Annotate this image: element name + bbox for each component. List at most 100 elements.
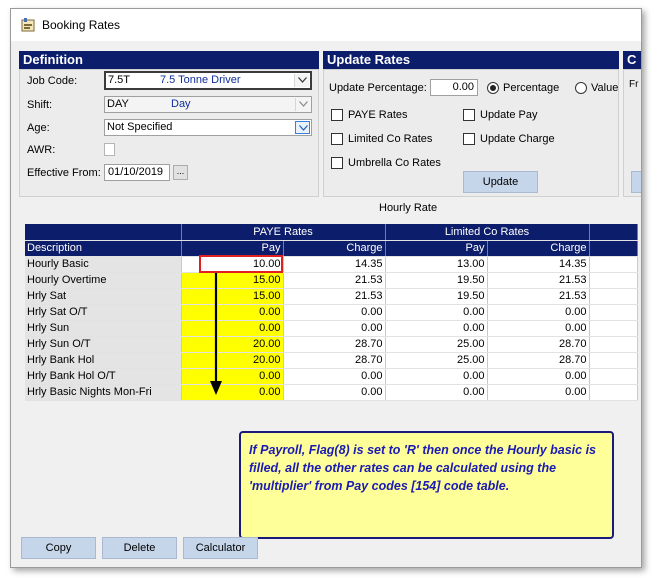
pay-cell[interactable]: 15.00 (181, 272, 284, 289)
calculator-button[interactable]: Calculator (183, 537, 258, 559)
pay-cell[interactable]: 0.00 (181, 368, 284, 385)
job-code-value: 7.5T (108, 74, 131, 86)
overflow-cell (589, 304, 638, 321)
pay-cell[interactable]: 25.00 (385, 336, 488, 353)
pay-cell[interactable]: 0.00 (181, 384, 284, 401)
charge-cell[interactable]: 28.70 (283, 336, 386, 353)
pay-cell[interactable]: 0.00 (385, 368, 488, 385)
job-code-description: 7.5 Tonne Driver (160, 74, 241, 86)
booking-rates-window: Booking Rates Definition Job Code: 7.5T … (10, 8, 642, 568)
row-description: Hrly Sat O/T (25, 304, 182, 321)
age-value: Not Specified (107, 121, 173, 133)
charge-cell[interactable]: 28.70 (283, 352, 386, 369)
col-header-overflow (589, 240, 638, 257)
shift-label: Shift: (27, 99, 53, 111)
update-pay-checkbox[interactable] (463, 109, 475, 121)
pay-cell[interactable]: 0.00 (385, 384, 488, 401)
table-row[interactable]: Hourly Basic 10.00 14.35 13.00 14.35 (25, 256, 638, 273)
pay-cell[interactable]: 13.00 (385, 256, 488, 273)
third-panel-button[interactable] (631, 171, 641, 193)
charge-cell[interactable]: 28.70 (487, 352, 590, 369)
pay-cell[interactable]: 20.00 (181, 336, 284, 353)
effective-from-field[interactable]: 01/10/2019 (104, 164, 170, 181)
update-charge-checkbox[interactable] (463, 133, 475, 145)
umbrella-co-rates-checkbox[interactable] (331, 157, 343, 169)
charge-cell[interactable]: 14.35 (487, 256, 590, 273)
chevron-down-icon[interactable] (295, 121, 310, 134)
charge-cell[interactable]: 0.00 (283, 384, 386, 401)
paye-rates-checkbox[interactable] (331, 109, 343, 121)
col-header-charge[interactable]: Charge (487, 240, 590, 257)
charge-cell[interactable]: 21.53 (487, 272, 590, 289)
job-code-label: Job Code: (27, 75, 78, 87)
charge-cell[interactable]: 14.35 (283, 256, 386, 273)
table-row[interactable]: Hrly Sun O/T 20.00 28.70 25.00 28.70 (25, 336, 638, 353)
group-header-overflow (589, 224, 638, 241)
chevron-down-icon[interactable] (295, 98, 310, 111)
percentage-radio[interactable] (487, 82, 499, 94)
group-header-limited: Limited Co Rates (385, 224, 590, 241)
pay-cell[interactable]: 15.00 (181, 288, 284, 305)
update-button[interactable]: Update (463, 171, 538, 193)
table-row[interactable]: Hrly Sat O/T 0.00 0.00 0.00 0.00 (25, 304, 638, 321)
overflow-cell (589, 256, 638, 273)
col-header-charge[interactable]: Charge (283, 240, 386, 257)
value-radio[interactable] (575, 82, 587, 94)
pay-cell[interactable]: 19.50 (385, 272, 488, 289)
effective-from-label: Effective From: (27, 167, 101, 179)
job-code-combo[interactable]: 7.5T 7.5 Tonne Driver (104, 71, 312, 90)
col-header-description[interactable]: Description (25, 240, 182, 257)
charge-cell[interactable]: 21.53 (283, 288, 386, 305)
update-rates-panel: Update Rates Update Percentage: 0.00 Per… (323, 51, 619, 197)
update-percentage-field[interactable]: 0.00 (430, 79, 478, 96)
charge-cell[interactable]: 21.53 (487, 288, 590, 305)
third-panel: C Fr (623, 51, 641, 197)
col-header-pay[interactable]: Pay (181, 240, 284, 257)
row-description: Hrly Bank Hol O/T (25, 368, 182, 385)
limited-co-rates-checkbox[interactable] (331, 133, 343, 145)
shift-combo[interactable]: DAY Day (104, 96, 312, 113)
awr-checkbox[interactable] (104, 143, 115, 156)
group-header-blank (25, 224, 182, 241)
pay-cell[interactable]: 0.00 (385, 304, 488, 321)
table-row[interactable]: Hrly Basic Nights Mon-Fri 0.00 0.00 0.00 0.0… (25, 384, 638, 401)
chevron-down-icon[interactable] (294, 74, 309, 87)
copy-button[interactable]: Copy (21, 537, 96, 559)
charge-cell[interactable]: 0.00 (487, 368, 590, 385)
charge-cell[interactable]: 0.00 (487, 320, 590, 337)
limited-co-rates-label: Limited Co Rates (348, 133, 433, 145)
row-description: Hrly Sun O/T (25, 336, 182, 353)
charge-cell[interactable]: 0.00 (487, 384, 590, 401)
table-row[interactable]: Hrly Bank Hol 20.00 28.70 25.00 28.70 (25, 352, 638, 369)
col-header-pay[interactable]: Pay (385, 240, 488, 257)
charge-cell[interactable]: 0.00 (283, 304, 386, 321)
delete-button[interactable]: Delete (102, 537, 177, 559)
charge-cell[interactable]: 0.00 (283, 320, 386, 337)
table-row[interactable]: Hrly Sun 0.00 0.00 0.00 0.00 (25, 320, 638, 337)
charge-cell[interactable]: 0.00 (487, 304, 590, 321)
pay-cell[interactable]: 19.50 (385, 288, 488, 305)
row-description: Hrly Bank Hol (25, 352, 182, 369)
pay-cell[interactable]: 0.00 (181, 304, 284, 321)
age-combo[interactable]: Not Specified (104, 119, 312, 136)
pay-cell[interactable]: 0.00 (385, 320, 488, 337)
column-header-row: Description Pay Charge Pay Charge (25, 240, 638, 257)
window-title: Booking Rates (42, 18, 121, 32)
shift-value: DAY (107, 98, 129, 110)
info-note: If Payroll, Flag(8) is set to 'R' then o… (239, 431, 614, 539)
table-row[interactable]: Hrly Sat 15.00 21.53 19.50 21.53 (25, 288, 638, 305)
date-picker-button[interactable]: ... (173, 165, 188, 180)
update-pay-label: Update Pay (480, 109, 538, 121)
table-row[interactable]: Hrly Bank Hol O/T 0.00 0.00 0.00 0.00 (25, 368, 638, 385)
pay-cell[interactable]: 20.00 (181, 352, 284, 369)
overflow-cell (589, 368, 638, 385)
app-icon (21, 18, 35, 32)
charge-cell[interactable]: 21.53 (283, 272, 386, 289)
pay-cell[interactable]: 0.00 (181, 320, 284, 337)
row-description: Hrly Sat (25, 288, 182, 305)
pay-cell[interactable]: 25.00 (385, 352, 488, 369)
charge-cell[interactable]: 0.00 (283, 368, 386, 385)
overflow-cell (589, 288, 638, 305)
charge-cell[interactable]: 28.70 (487, 336, 590, 353)
table-row[interactable]: Hourly Overtime 15.00 21.53 19.50 21.53 (25, 272, 638, 289)
